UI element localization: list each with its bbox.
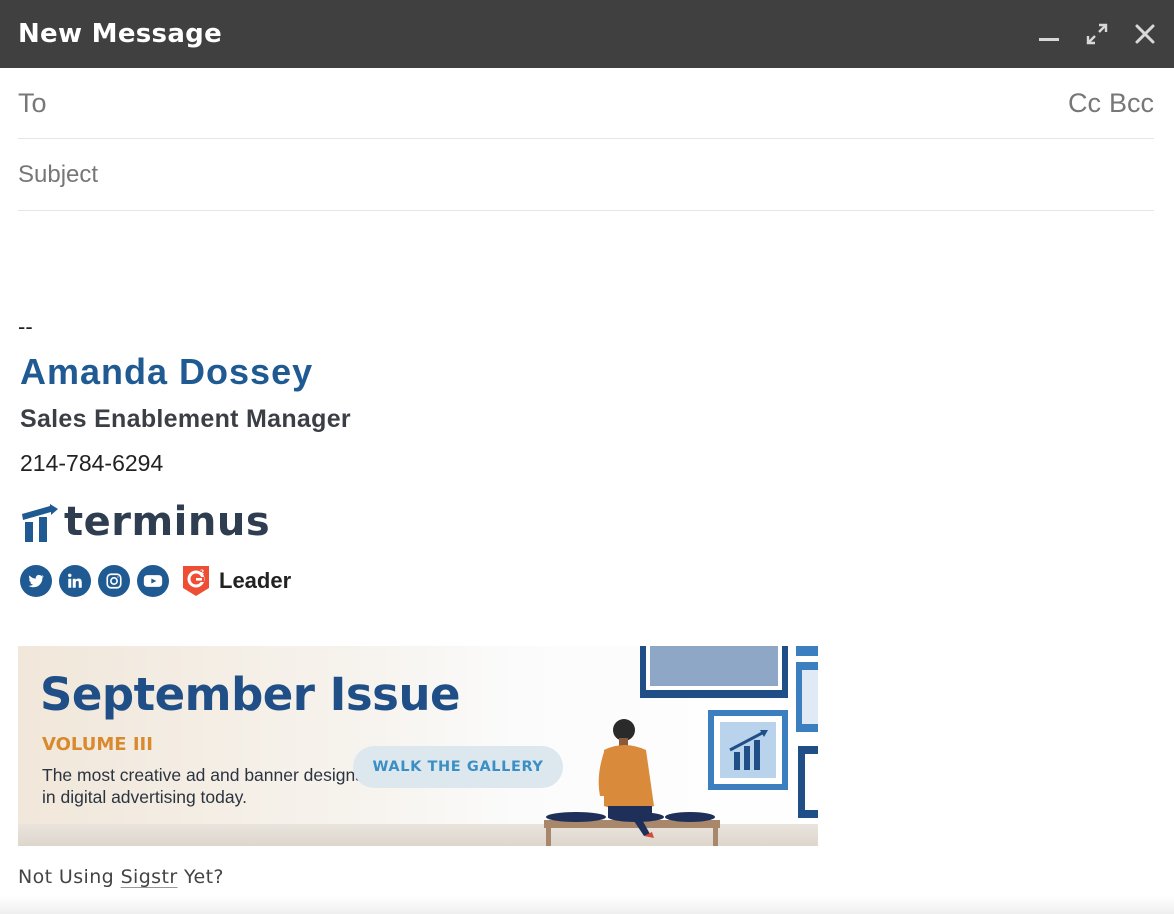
g2-leader-badge[interactable]: 2 Leader bbox=[181, 564, 291, 598]
expand-icon[interactable] bbox=[1086, 23, 1108, 45]
youtube-icon[interactable] bbox=[137, 565, 169, 597]
signature-phone: 214-784-6294 bbox=[20, 450, 164, 476]
footer-suffix: Yet? bbox=[184, 866, 224, 888]
company-logo[interactable]: terminus bbox=[20, 499, 270, 545]
bcc-link[interactable]: Bcc bbox=[1109, 88, 1154, 119]
sigstr-link[interactable]: Sigstr bbox=[121, 866, 178, 888]
banner-title: September Issue bbox=[40, 668, 461, 721]
cc-link[interactable]: Cc bbox=[1068, 88, 1101, 119]
cc-bcc-links: Cc Bcc bbox=[1068, 88, 1154, 119]
minimize-icon[interactable] bbox=[1038, 23, 1060, 45]
to-label: To bbox=[18, 87, 47, 118]
banner-volume: VOLUME III bbox=[42, 734, 153, 755]
signature-separator: -- bbox=[18, 314, 33, 339]
terminus-mark-icon bbox=[22, 504, 58, 542]
close-icon[interactable] bbox=[1134, 23, 1156, 45]
signature-name: Amanda Dossey bbox=[20, 351, 314, 392]
message-body[interactable]: -- Amanda Dossey Sales Enablement Manage… bbox=[18, 212, 1154, 892]
gallery-illustration bbox=[544, 646, 818, 846]
promo-banner[interactable]: September Issue VOLUME III The most crea… bbox=[18, 646, 818, 846]
instagram-icon[interactable] bbox=[98, 565, 130, 597]
banner-description: The most creative ad and banner designs … bbox=[42, 765, 364, 807]
window-title: New Message bbox=[18, 19, 223, 49]
to-row: To Cc Bcc bbox=[18, 68, 1154, 139]
sigstr-footer: Not Using Sigstr Yet? bbox=[18, 866, 224, 888]
subject-row bbox=[18, 140, 1154, 211]
compose-titlebar: New Message bbox=[0, 0, 1174, 68]
svg-text:2: 2 bbox=[200, 569, 204, 576]
twitter-icon[interactable] bbox=[20, 565, 52, 597]
window-controls bbox=[1038, 23, 1156, 45]
linkedin-icon[interactable] bbox=[59, 565, 91, 597]
g2-badge-icon: 2 bbox=[183, 566, 209, 596]
compose-bottom-edge bbox=[0, 896, 1174, 914]
signature-role: Sales Enablement Manager bbox=[20, 405, 351, 433]
social-links: 2 Leader bbox=[20, 564, 291, 598]
subject-input[interactable] bbox=[18, 155, 1154, 195]
logo-wordmark: terminus bbox=[64, 499, 271, 545]
g2-badge-label: Leader bbox=[219, 568, 292, 593]
to-input[interactable] bbox=[62, 83, 1068, 123]
footer-prefix: Not Using bbox=[18, 866, 115, 888]
